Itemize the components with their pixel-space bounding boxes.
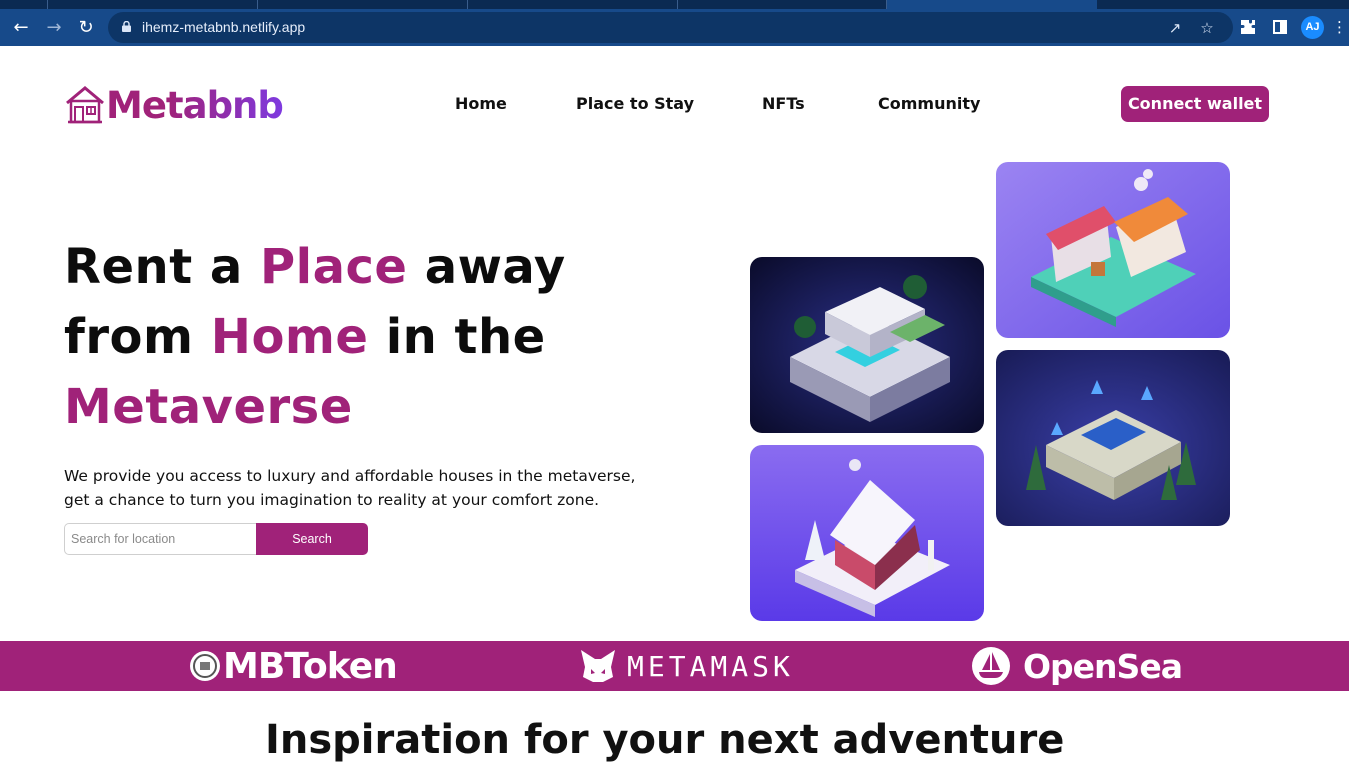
mbtoken-coin-icon [190,651,220,681]
hero-title-text: away [407,239,566,295]
nav-nfts[interactable]: NFTs [762,94,805,113]
hero-description-line: get a chance to turn you imagination to … [64,491,600,509]
nft-card-market-stall[interactable] [996,162,1230,338]
castle-image [996,350,1230,526]
reload-icon[interactable]: ↻ [73,15,99,41]
browser-tab-strip [0,0,1349,9]
hero-title-text: from [64,309,211,365]
hero-title-accent: Home [210,309,369,365]
metamask-fox-icon [581,650,615,682]
location-search-input[interactable] [64,523,258,555]
nav-place-to-stay[interactable]: Place to Stay [576,94,694,113]
hero-title-accent: Metaverse [64,379,353,435]
side-panel-icon[interactable] [1268,15,1292,39]
partner-name: MBToken [223,645,398,687]
hero-title: Rent a Place away from Home in the Metav… [64,232,704,442]
section-heading: Inspiration for your next adventure [265,717,1065,763]
back-icon[interactable]: ← [8,15,34,41]
nft-card-snow-cottage[interactable] [750,445,984,621]
partner-name: METAMASK [627,649,794,683]
villa-image [750,257,984,433]
browser-tab[interactable] [468,0,678,9]
partner-name: OpenSea [1023,646,1183,686]
browser-tab-active[interactable] [887,0,1097,9]
hero-description: We provide you access to luxury and affo… [64,464,664,512]
logo-text: Metabnb [106,83,284,127]
forward-icon[interactable]: → [41,15,67,41]
share-icon[interactable]: ↗ [1165,18,1185,38]
partner-opensea[interactable]: OpenSea [971,641,1183,691]
nft-card-modern-villa[interactable] [750,257,984,433]
url-text: ihemz-metabnb.netlify.app [142,19,306,35]
nft-card-castle[interactable] [996,350,1230,526]
partner-metamask[interactable]: METAMASK [579,641,794,691]
partners-band: MBToken METAMASK OpenSea [0,641,1349,691]
house-logo-icon [66,86,104,124]
extensions-icon[interactable] [1236,15,1260,39]
nav-community[interactable]: Community [878,94,980,113]
browser-tab[interactable] [0,0,48,9]
address-bar[interactable]: ihemz-metabnb.netlify.app ↗ ☆ [108,12,1233,43]
browser-tab[interactable] [678,0,887,9]
hero-title-text: in the [368,309,546,365]
partner-mbtoken[interactable]: MBToken [189,641,398,691]
lock-icon [122,21,131,32]
opensea-boat-icon [972,647,1010,685]
hero-title-text: Rent a [64,239,260,295]
hero-description-line: We provide you access to luxury and affo… [64,467,636,485]
connect-wallet-button[interactable]: Connect wallet [1121,86,1269,122]
search-button[interactable]: Search [256,523,368,555]
browser-tab[interactable] [48,0,258,9]
nav-home[interactable]: Home [455,94,507,113]
hero-title-accent: Place [259,239,408,295]
market-stall-image [996,162,1230,338]
profile-avatar[interactable]: AJ [1301,16,1324,39]
browser-toolbar: ← → ↻ ihemz-metabnb.netlify.app ↗ ☆ AJ ⋮ [0,9,1349,46]
bookmark-star-icon[interactable]: ☆ [1197,18,1217,38]
site-logo[interactable]: Metabnb [64,83,284,127]
browser-tab[interactable] [258,0,468,9]
menu-kebab-icon[interactable]: ⋮ [1332,15,1347,39]
snow-cottage-image [750,445,984,621]
